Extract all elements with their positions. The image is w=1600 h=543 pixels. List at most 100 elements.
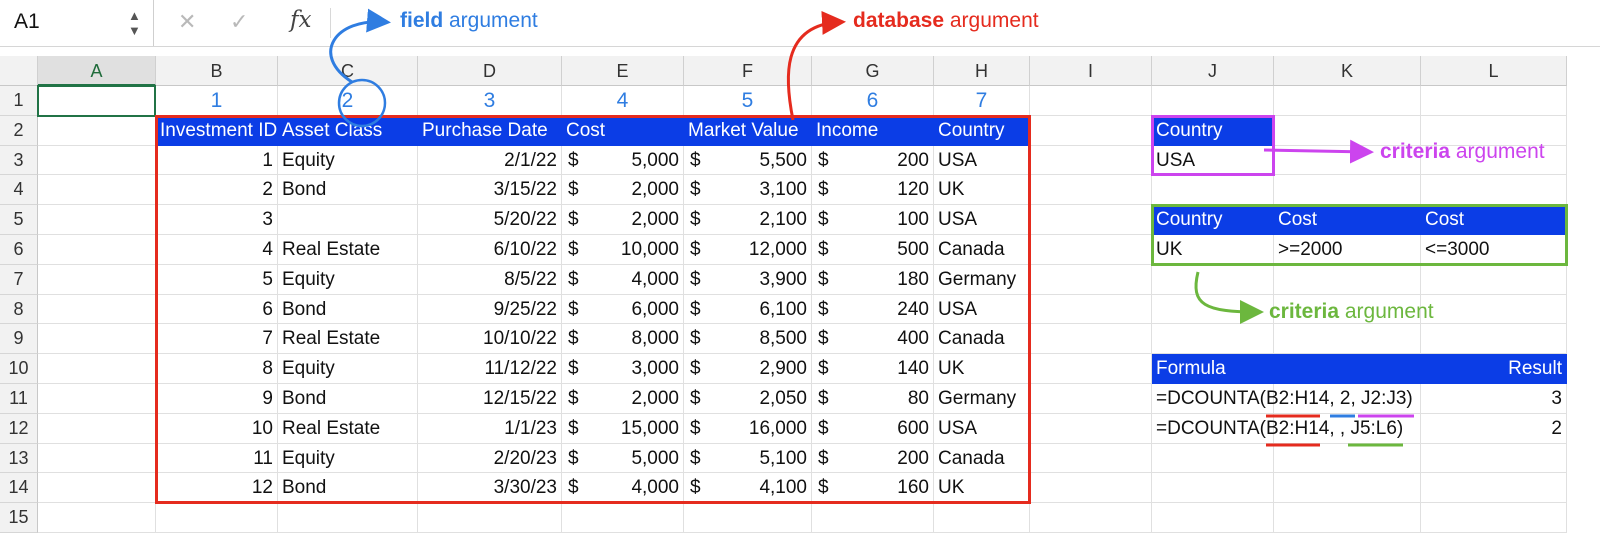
criteria1-header[interactable]: Country (1152, 115, 1274, 146)
grid-cell[interactable] (1274, 473, 1421, 504)
grid-cell[interactable] (1421, 264, 1567, 295)
table-cell[interactable]: Canada (934, 235, 1030, 265)
grid-cell[interactable] (1152, 324, 1274, 355)
table-cell[interactable]: $6,000 (562, 294, 684, 325)
grid-cell[interactable] (812, 503, 934, 533)
table-cell[interactable]: 4 (156, 235, 278, 265)
grid-cell[interactable] (684, 503, 812, 533)
grid-cell[interactable] (1152, 503, 1274, 533)
column-header-f[interactable]: F (684, 56, 812, 86)
grid-cell[interactable] (1030, 473, 1152, 504)
grid-cell[interactable] (1152, 473, 1274, 504)
table-cell[interactable]: $2,000 (562, 205, 684, 235)
table-cell[interactable]: 9 (156, 384, 278, 414)
grid-cell[interactable] (418, 503, 562, 533)
grid-cell[interactable] (1274, 443, 1421, 474)
grid-cell[interactable] (38, 354, 156, 384)
table-cell[interactable]: $8,500 (684, 324, 812, 355)
grid-cell[interactable] (1421, 503, 1567, 533)
grid-cell[interactable] (1030, 443, 1152, 474)
criteria2-header[interactable]: Country (1152, 205, 1274, 235)
table-cell[interactable]: $5,000 (562, 443, 684, 474)
row-header-12[interactable]: 12 (0, 413, 38, 444)
table-cell[interactable]: $3,100 (684, 175, 812, 206)
table-cell[interactable]: $16,000 (684, 413, 812, 444)
grid-cell[interactable] (1152, 86, 1274, 116)
criteria1-value[interactable]: USA (1152, 145, 1274, 176)
table-cell[interactable]: $15,000 (562, 413, 684, 444)
row-header-14[interactable]: 14 (0, 473, 38, 504)
grid-cell[interactable] (1030, 235, 1152, 265)
table-cell[interactable]: 12 (156, 473, 278, 504)
table-cell[interactable]: Bond (278, 294, 418, 325)
grid-cell[interactable] (1030, 354, 1152, 384)
column-header-a[interactable]: A (38, 56, 156, 86)
table-header-cell[interactable]: Investment ID (156, 115, 278, 146)
table-header-cell[interactable]: Income (812, 115, 934, 146)
column-header-l[interactable]: L (1421, 56, 1567, 86)
table-cell[interactable]: $400 (812, 324, 934, 355)
table-cell[interactable]: UK (934, 175, 1030, 206)
table-cell[interactable]: Bond (278, 175, 418, 206)
table-header-cell[interactable]: Country (934, 115, 1030, 146)
table-cell[interactable]: Equity (278, 354, 418, 384)
table-cell[interactable]: $140 (812, 354, 934, 384)
table-cell[interactable]: 5/20/22 (418, 205, 562, 235)
select-all-corner[interactable] (0, 56, 38, 86)
field-number-3[interactable]: 3 (418, 86, 562, 116)
row-header-7[interactable]: 7 (0, 264, 38, 295)
table-cell[interactable]: $3,000 (562, 354, 684, 384)
column-header-e[interactable]: E (562, 56, 684, 86)
table-cell[interactable]: UK (934, 473, 1030, 504)
table-cell[interactable]: 3/30/23 (418, 473, 562, 504)
table-cell[interactable]: $500 (812, 235, 934, 265)
table-cell[interactable]: $8,000 (562, 324, 684, 355)
grid-cell[interactable] (1421, 324, 1567, 355)
enter-icon[interactable]: ✓ (230, 9, 248, 35)
field-number-5[interactable]: 5 (684, 86, 812, 116)
grid-cell[interactable] (38, 175, 156, 206)
grid-cell[interactable] (1274, 264, 1421, 295)
table-cell[interactable]: Equity (278, 443, 418, 474)
grid-cell[interactable] (1030, 115, 1152, 146)
column-header-j[interactable]: J (1152, 56, 1274, 86)
table-cell[interactable]: 6/10/22 (418, 235, 562, 265)
table-cell[interactable]: USA (934, 205, 1030, 235)
table-cell[interactable]: USA (934, 294, 1030, 325)
grid-cell[interactable] (38, 443, 156, 474)
table-header-cell[interactable]: Cost (562, 115, 684, 146)
table-cell[interactable]: Real Estate (278, 413, 418, 444)
grid-cell[interactable] (1030, 86, 1152, 116)
table-cell[interactable]: $5,100 (684, 443, 812, 474)
criteria2-header[interactable]: Cost (1274, 205, 1421, 235)
table-cell[interactable]: $5,500 (684, 145, 812, 176)
criteria2-header[interactable]: Cost (1421, 205, 1567, 235)
formula-header[interactable]: Formula Result (1152, 354, 1567, 384)
table-cell[interactable]: 11/12/22 (418, 354, 562, 384)
row-header-11[interactable]: 11 (0, 384, 38, 414)
table-cell[interactable]: 10/10/22 (418, 324, 562, 355)
table-cell[interactable]: $3,900 (684, 264, 812, 295)
formula-cell[interactable]: =DCOUNTA(B2:H14, 2, J2:J3) (1152, 384, 1413, 414)
table-cell[interactable]: USA (934, 413, 1030, 444)
row-header-10[interactable]: 10 (0, 354, 38, 384)
table-header-cell[interactable]: Purchase Date (418, 115, 562, 146)
column-header-d[interactable]: D (418, 56, 562, 86)
table-cell[interactable]: $160 (812, 473, 934, 504)
criteria2-value[interactable]: UK (1152, 235, 1274, 265)
table-cell[interactable]: 1/1/23 (418, 413, 562, 444)
grid-cell[interactable] (1152, 443, 1274, 474)
row-header-5[interactable]: 5 (0, 205, 38, 235)
grid-cell[interactable] (38, 384, 156, 414)
table-cell[interactable]: $2,900 (684, 354, 812, 384)
row-header-8[interactable]: 8 (0, 294, 38, 325)
field-number-2[interactable]: 2 (278, 86, 418, 116)
grid-cell[interactable] (1274, 324, 1421, 355)
grid-cell[interactable] (1152, 264, 1274, 295)
table-cell[interactable]: 1 (156, 145, 278, 176)
table-cell[interactable]: $4,000 (562, 264, 684, 295)
table-header-cell[interactable]: Market Value (684, 115, 812, 146)
grid-cell[interactable] (1030, 145, 1152, 176)
table-cell[interactable]: $80 (812, 384, 934, 414)
table-cell[interactable]: $2,050 (684, 384, 812, 414)
